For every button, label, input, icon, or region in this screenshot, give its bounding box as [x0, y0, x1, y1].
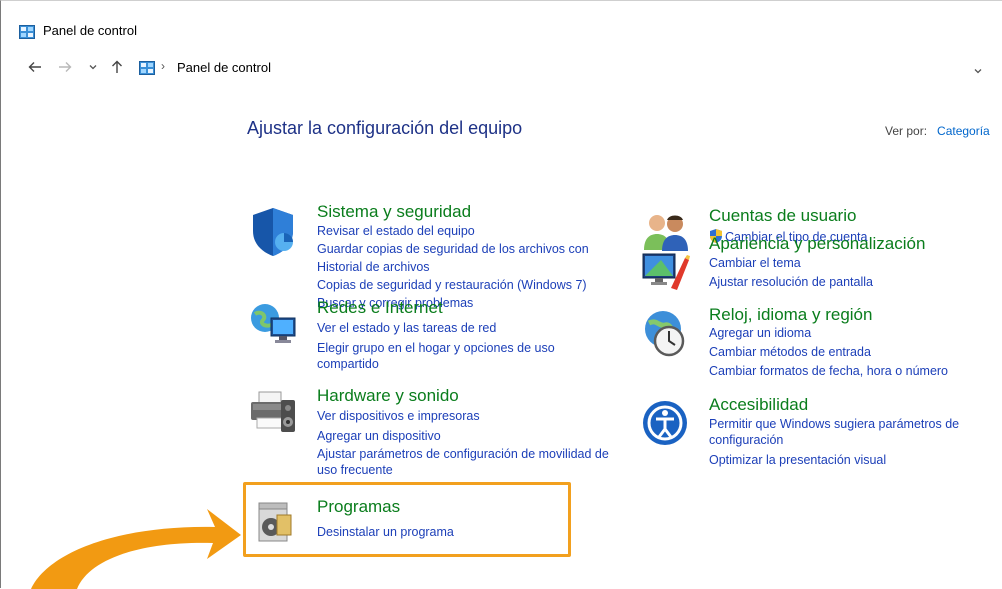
category-link[interactable]: Historial de archivos: [317, 258, 430, 276]
view-by: Ver por: Categoría: [885, 124, 990, 138]
category-link[interactable]: Agregar un idioma: [709, 324, 811, 342]
forward-arrow-icon[interactable]: [55, 57, 75, 77]
clock-globe-icon[interactable]: [641, 309, 691, 364]
category-link[interactable]: Ver dispositivos e impresoras: [317, 407, 480, 425]
shield-icon[interactable]: [249, 206, 297, 263]
category-link[interactable]: Guardar copias de seguridad de los archi…: [317, 240, 589, 258]
control-panel-window: Panel de control › Panel de control Ajus…: [0, 0, 1002, 589]
back-arrow-icon[interactable]: [25, 57, 45, 77]
window-title: Panel de control: [43, 23, 137, 38]
address-field[interactable]: › Panel de control: [133, 55, 1002, 81]
category-title[interactable]: Apariencia y personalización: [709, 234, 925, 254]
category-link[interactable]: Cambiar el tema: [709, 254, 801, 272]
category-title[interactable]: Redes e Internet: [317, 298, 443, 318]
page-heading: Ajustar la configuración del equipo: [247, 118, 523, 138]
navigation-bar: › Panel de control: [1, 55, 1002, 81]
category-link[interactable]: Ajustar resolución de pantalla: [709, 273, 873, 291]
category-title[interactable]: Reloj, idioma y región: [709, 305, 872, 325]
uac-shield-icon: [709, 202, 723, 243]
category-link[interactable]: Cambiar formatos de fecha, hora o número: [709, 362, 948, 380]
address-dropdown-icon[interactable]: [973, 62, 983, 80]
programs-highlight-box: [243, 482, 571, 557]
appearance-icon[interactable]: [641, 250, 691, 297]
category-link[interactable]: compartido: [317, 355, 379, 373]
category-link[interactable]: configuración: [709, 431, 783, 449]
category-link[interactable]: uso frecuente: [317, 461, 393, 479]
category-title[interactable]: Accesibilidad: [709, 395, 808, 415]
category-link[interactable]: Optimizar la presentación visual: [709, 451, 886, 469]
category-title[interactable]: Sistema y seguridad: [317, 202, 471, 222]
breadcrumb-separator: ›: [161, 59, 165, 73]
accessibility-icon[interactable]: [641, 399, 689, 452]
view-by-select[interactable]: Categoría: [937, 124, 990, 138]
control-panel-icon: [19, 25, 35, 44]
breadcrumb-item[interactable]: Panel de control: [177, 60, 271, 75]
pointer-arrow: [31, 509, 241, 589]
printer-icon[interactable]: [249, 390, 299, 441]
category-title[interactable]: Cuentas de usuario: [709, 206, 856, 226]
category-link[interactable]: Copias de seguridad y restauración (Wind…: [317, 276, 587, 294]
network-icon[interactable]: [249, 302, 299, 353]
view-by-label: Ver por:: [885, 124, 928, 138]
category-link[interactable]: Agregar un dispositivo: [317, 427, 441, 445]
category-link[interactable]: Ver el estado y las tareas de red: [317, 319, 496, 337]
category-link[interactable]: Cambiar métodos de entrada: [709, 343, 871, 361]
category-link[interactable]: Revisar el estado del equipo: [317, 222, 475, 240]
title-bar: Panel de control: [1, 1, 1002, 45]
up-arrow-icon[interactable]: [107, 57, 127, 77]
category-title[interactable]: Hardware y sonido: [317, 386, 459, 406]
control-panel-icon: [139, 61, 155, 80]
history-chevron-icon[interactable]: [83, 57, 103, 77]
